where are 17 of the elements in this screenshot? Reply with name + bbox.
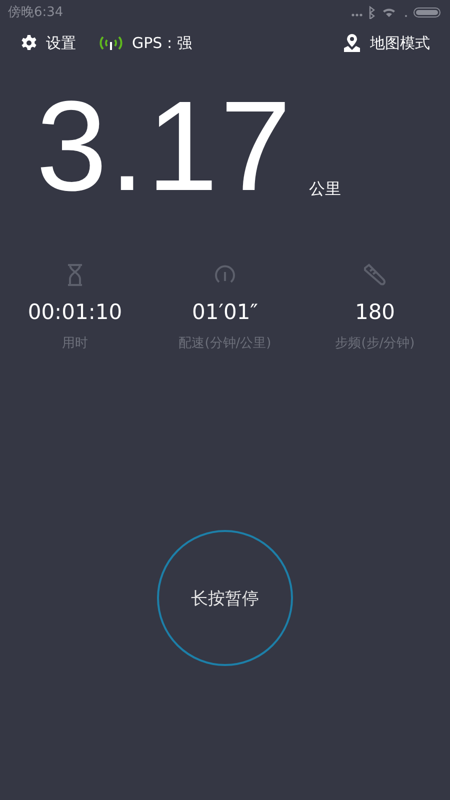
gps-status[interactable]: GPS : 强 — [98, 34, 192, 52]
stat-label: 步频(步/分钟) — [335, 335, 415, 352]
settings-button[interactable]: 设置 — [20, 34, 76, 52]
stat-label: 配速(分钟/公里) — [178, 335, 272, 352]
distance-value: 3.17 — [36, 92, 294, 202]
stat-value: 01′01″ — [192, 300, 258, 324]
hourglass-icon — [65, 262, 85, 288]
settings-icon — [20, 34, 38, 52]
map-mode-button[interactable]: 地图模式 — [342, 33, 430, 53]
map-pin-icon — [342, 33, 362, 53]
stat-label: 用时 — [62, 335, 88, 352]
stat-value: 00:01:10 — [28, 300, 122, 324]
pause-button[interactable]: 长按暂停 — [157, 530, 293, 666]
stat-value: 180 — [354, 300, 396, 324]
signal-icon — [98, 35, 124, 51]
distance-unit: 公里 — [309, 179, 342, 200]
status-time: 傍晚6:34 — [8, 4, 64, 21]
